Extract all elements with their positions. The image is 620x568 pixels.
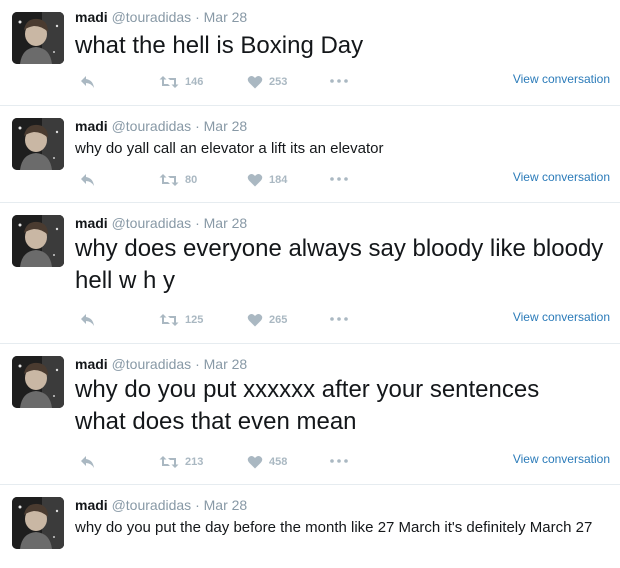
user-handle[interactable]: @touradidas xyxy=(112,356,192,372)
avatar[interactable] xyxy=(12,12,64,64)
tweet-date[interactable]: Mar 28 xyxy=(204,497,248,513)
tweet[interactable]: madi @touradidas · Mar 28 why do you put… xyxy=(0,485,620,568)
tweet[interactable]: madi @touradidas · Mar 28 why do you put… xyxy=(0,344,620,484)
tweet[interactable]: madi @touradidas · Mar 28 why does every… xyxy=(0,203,620,343)
more-button[interactable] xyxy=(330,317,348,321)
reply-icon xyxy=(80,75,96,89)
more-dots-icon xyxy=(330,317,348,321)
retweet-count: 146 xyxy=(185,76,204,88)
view-conversation-link[interactable]: View conversation xyxy=(513,72,610,86)
tweet-text: why do you put the day before the month … xyxy=(75,519,593,536)
retweet-count: 125 xyxy=(185,314,204,326)
reply-button[interactable] xyxy=(80,313,96,327)
tweet-date[interactable]: Mar 28 xyxy=(204,356,248,372)
avatar[interactable] xyxy=(12,497,64,549)
reply-button[interactable] xyxy=(80,75,96,89)
like-button[interactable]: 265 xyxy=(247,313,287,327)
reply-icon xyxy=(80,313,96,327)
view-conversation-link[interactable]: View conversation xyxy=(513,452,610,466)
tweet-header: madi @touradidas · Mar 28 xyxy=(75,118,247,134)
reply-button[interactable] xyxy=(80,455,96,469)
user-handle[interactable]: @touradidas xyxy=(112,118,192,134)
more-dots-icon xyxy=(330,459,348,463)
user-name[interactable]: madi xyxy=(75,9,108,25)
view-conversation-link[interactable]: View conversation xyxy=(513,170,610,184)
retweet-icon xyxy=(159,313,179,327)
reply-icon xyxy=(80,455,96,469)
like-button[interactable]: 253 xyxy=(247,75,287,89)
tweet[interactable]: madi @touradidas · Mar 28 what the hell … xyxy=(0,0,620,105)
reply-button[interactable] xyxy=(80,173,96,187)
avatar[interactable] xyxy=(12,118,64,170)
tweet-text: what the hell is Boxing Day xyxy=(75,32,364,59)
tweet-date[interactable]: Mar 28 xyxy=(204,9,248,25)
like-count: 184 xyxy=(269,174,288,186)
more-button[interactable] xyxy=(330,79,348,83)
retweet-button[interactable]: 80 xyxy=(159,173,197,187)
retweet-button[interactable]: 146 xyxy=(159,75,203,89)
like-count: 458 xyxy=(269,456,288,468)
retweet-icon xyxy=(159,455,179,469)
heart-icon xyxy=(247,173,263,187)
like-count: 265 xyxy=(269,314,288,326)
tweet-header: madi @touradidas · Mar 28 xyxy=(75,215,247,231)
tweet-date[interactable]: Mar 28 xyxy=(204,215,248,231)
tweet-header: madi @touradidas · Mar 28 xyxy=(75,497,247,513)
more-dots-icon xyxy=(330,177,348,181)
user-name[interactable]: madi xyxy=(75,215,108,231)
user-name[interactable]: madi xyxy=(75,356,108,372)
avatar[interactable] xyxy=(12,356,64,408)
separator: · xyxy=(195,118,200,134)
heart-icon xyxy=(247,75,263,89)
heart-icon xyxy=(247,313,263,327)
heart-icon xyxy=(247,455,263,469)
tweet-date[interactable]: Mar 28 xyxy=(204,118,248,134)
separator: · xyxy=(195,9,200,25)
more-dots-icon xyxy=(330,79,348,83)
tweet[interactable]: madi @touradidas · Mar 28 why do yall ca… xyxy=(0,106,620,202)
tweet-actions: 125 265 View conversation xyxy=(75,310,610,333)
like-button[interactable]: 184 xyxy=(247,173,287,187)
like-count: 253 xyxy=(269,76,288,88)
retweet-button[interactable]: 213 xyxy=(159,455,203,469)
like-button[interactable]: 458 xyxy=(247,455,287,469)
user-handle[interactable]: @touradidas xyxy=(112,9,192,25)
separator: · xyxy=(195,497,200,513)
retweet-count: 80 xyxy=(185,174,198,186)
user-name[interactable]: madi xyxy=(75,497,108,513)
user-handle[interactable]: @touradidas xyxy=(112,497,192,513)
view-conversation-link[interactable]: View conversation xyxy=(513,310,610,324)
tweet-actions: 213 458 View conversation xyxy=(75,452,610,475)
separator: · xyxy=(195,215,200,231)
retweet-count: 213 xyxy=(185,456,204,468)
tweet-header: madi @touradidas · Mar 28 xyxy=(75,356,247,372)
separator: · xyxy=(195,356,200,372)
more-button[interactable] xyxy=(330,177,348,181)
retweet-icon xyxy=(159,173,179,187)
user-name[interactable]: madi xyxy=(75,118,108,134)
user-handle[interactable]: @touradidas xyxy=(112,215,192,231)
retweet-icon xyxy=(159,75,179,89)
tweet-actions: 146 253 View conversation xyxy=(75,72,610,95)
retweet-button[interactable]: 125 xyxy=(159,313,203,327)
more-button[interactable] xyxy=(330,459,348,463)
tweet-header: madi @touradidas · Mar 28 xyxy=(75,9,247,25)
tweet-text: why do yall call an elevator a lift its … xyxy=(75,140,384,157)
tweet-text: why does everyone always say bloody like… xyxy=(75,235,604,294)
tweet-actions: 80 184 View conversation xyxy=(75,170,610,193)
avatar[interactable] xyxy=(12,215,64,267)
reply-icon xyxy=(80,173,96,187)
tweet-text: why do you put xxxxxx after your sentenc… xyxy=(75,376,540,435)
